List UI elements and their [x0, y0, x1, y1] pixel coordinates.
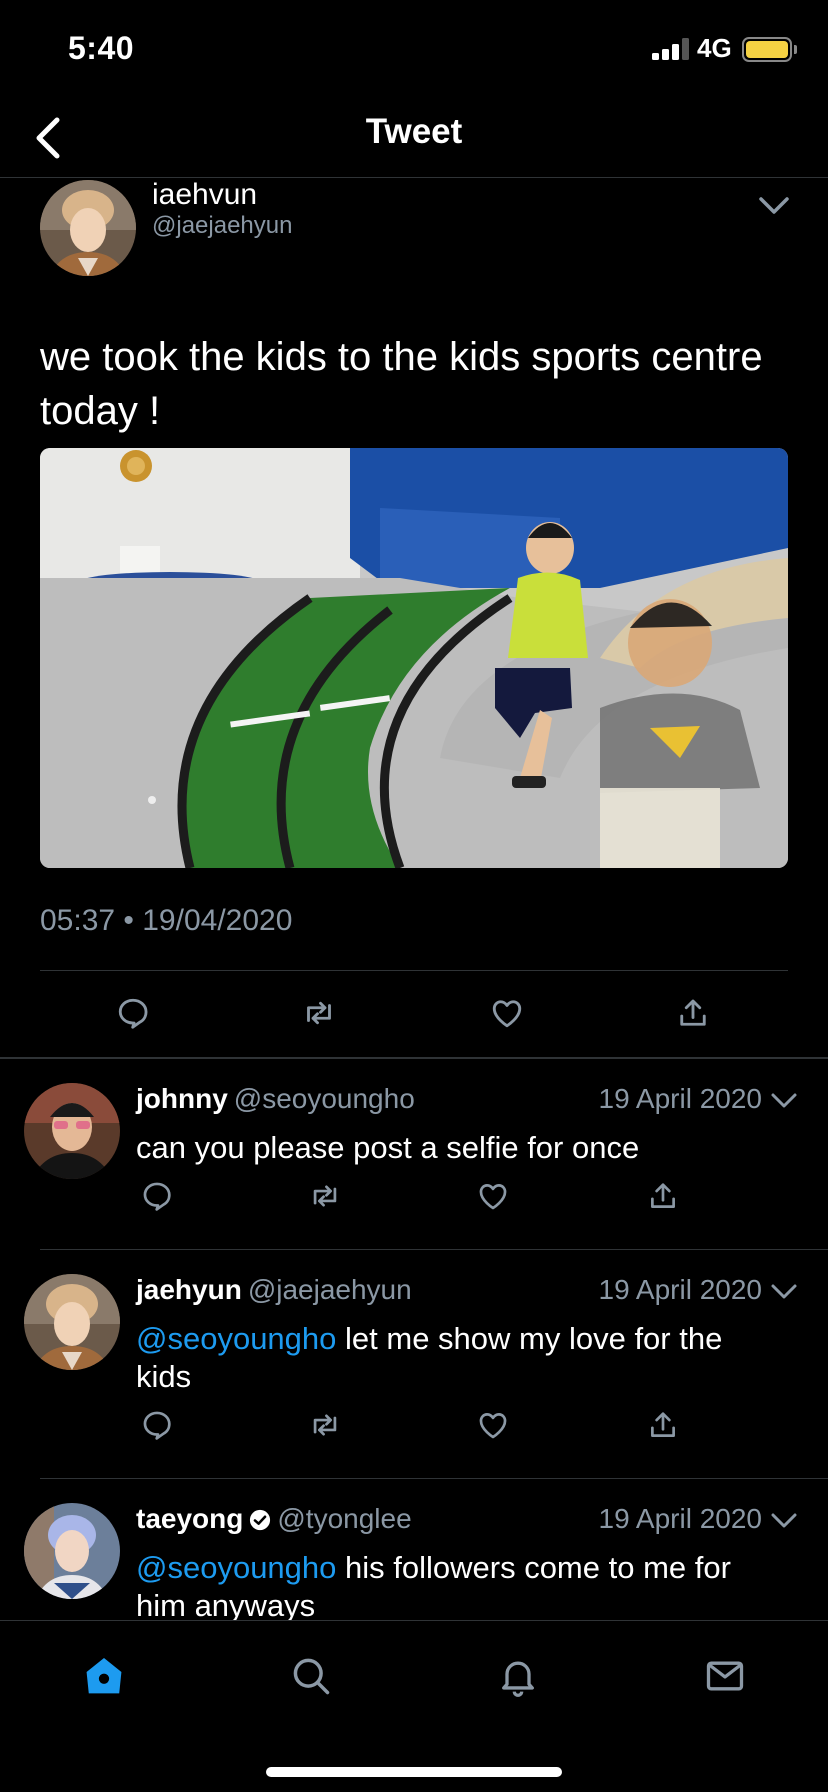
- like-button[interactable]: [484, 990, 530, 1036]
- battery-cap: [794, 45, 797, 54]
- reply-item[interactable]: johnny @seoyoungho 19 April 2020 can you …: [0, 1059, 828, 1250]
- tab-notifications[interactable]: [493, 1651, 543, 1701]
- status-time: 5:40: [68, 30, 135, 66]
- reply-date: 19 April 2020: [598, 1274, 762, 1305]
- retweet-button[interactable]: [296, 990, 342, 1036]
- share-icon: [651, 1412, 675, 1437]
- reply-options-button[interactable]: [768, 1085, 800, 1117]
- page-title: Tweet: [365, 112, 463, 151]
- reply-header: taeyong @tyonglee: [136, 1503, 412, 1535]
- network-type: 4G: [697, 33, 732, 63]
- nav-header: Tweet: [0, 100, 828, 178]
- reply-button[interactable]: [134, 1173, 180, 1219]
- reply-item[interactable]: taeyong @tyonglee 19 April 2020 @seoyoung…: [0, 1479, 828, 1620]
- reply-date: 19 April 2020: [598, 1503, 762, 1534]
- like-button[interactable]: [470, 1173, 516, 1219]
- mention-link[interactable]: @seoyoungho: [136, 1321, 336, 1356]
- heart-icon: [479, 1184, 507, 1210]
- heart-icon: [479, 1413, 507, 1439]
- status-bar: 5:40 4G: [0, 0, 828, 100]
- mention-link[interactable]: @seoyoungho: [136, 1550, 336, 1585]
- bell-icon: [502, 1661, 534, 1697]
- retweet-button[interactable]: [302, 1402, 348, 1448]
- author-handle[interactable]: @jaejaehyun: [152, 212, 292, 240]
- search-icon: [293, 1658, 330, 1695]
- reply-text: can you please post a selfie for once: [136, 1129, 786, 1167]
- reply-icon: [143, 1182, 171, 1211]
- reply-actions: [0, 1173, 828, 1219]
- tweet-text: we took the kids to the kids sports cent…: [40, 335, 763, 433]
- reply-header: johnny @seoyoungho: [136, 1083, 415, 1115]
- retweet-icon: [313, 1414, 337, 1436]
- tweet-photo[interactable]: [40, 448, 788, 868]
- reply-button[interactable]: [110, 990, 156, 1036]
- like-button[interactable]: [470, 1402, 516, 1448]
- reply-body: can you please post a selfie for once: [136, 1130, 640, 1165]
- home-icon: [86, 1658, 122, 1694]
- reply-icon: [143, 1411, 171, 1440]
- chevron-down-icon: [759, 197, 789, 214]
- battery-icon: [742, 37, 792, 62]
- reply-actions: [0, 1402, 828, 1448]
- author-name[interactable]: iaehvun: [152, 178, 257, 212]
- retweet-icon: [307, 1001, 331, 1025]
- tweet-timestamp: 05:37 • 19/04/2020: [40, 904, 293, 937]
- verified-badge-icon: [250, 1509, 271, 1531]
- signal-icon: [652, 38, 690, 60]
- tab-messages[interactable]: [700, 1651, 750, 1701]
- tab-bar: [0, 1620, 828, 1792]
- reply-author-name[interactable]: jaehyun: [136, 1274, 242, 1305]
- share-button[interactable]: [670, 990, 716, 1036]
- reply-item[interactable]: jaehyun @jaejaehyun 19 April 2020 @seoyou…: [0, 1250, 828, 1479]
- share-icon: [680, 999, 706, 1026]
- tab-home[interactable]: [79, 1651, 129, 1701]
- reply-options-button[interactable]: [768, 1276, 800, 1308]
- tweet-options-button[interactable]: [756, 188, 792, 224]
- reply-text: @seoyoungho his followers come to me for…: [136, 1549, 786, 1620]
- reply-author-handle[interactable]: @jaejaehyun: [248, 1274, 412, 1305]
- retweet-icon: [313, 1185, 337, 1207]
- reply-date: 19 April 2020: [598, 1083, 762, 1114]
- avatar[interactable]: [24, 1083, 120, 1179]
- chevron-down-icon: [771, 1093, 797, 1108]
- avatar[interactable]: [24, 1274, 120, 1370]
- reply-author-name[interactable]: taeyong: [136, 1503, 243, 1534]
- reply-author-handle[interactable]: @tyonglee: [277, 1503, 411, 1534]
- reply-author-handle[interactable]: @seoyoungho: [234, 1083, 415, 1114]
- reply-options-button[interactable]: [768, 1505, 800, 1537]
- heart-icon: [492, 1000, 522, 1028]
- divider: [40, 970, 788, 971]
- share-button[interactable]: [640, 1173, 686, 1219]
- reply-text: @seoyoungho let me show my love for the …: [136, 1320, 786, 1396]
- share-button[interactable]: [640, 1402, 686, 1448]
- reply-header: jaehyun @jaejaehyun: [136, 1274, 412, 1306]
- mail-icon: [706, 1661, 744, 1691]
- tweet-actions: [0, 990, 828, 1050]
- retweet-button[interactable]: [302, 1173, 348, 1219]
- avatar[interactable]: [40, 180, 136, 276]
- avatar[interactable]: [24, 1503, 120, 1599]
- chevron-down-icon: [771, 1513, 797, 1528]
- chevron-down-icon: [771, 1284, 797, 1299]
- tab-search[interactable]: [286, 1651, 336, 1701]
- reply-button[interactable]: [134, 1402, 180, 1448]
- home-indicator[interactable]: [266, 1767, 562, 1777]
- reply-icon: [118, 998, 148, 1029]
- reply-author-name[interactable]: johnny: [136, 1083, 228, 1114]
- share-icon: [651, 1183, 675, 1208]
